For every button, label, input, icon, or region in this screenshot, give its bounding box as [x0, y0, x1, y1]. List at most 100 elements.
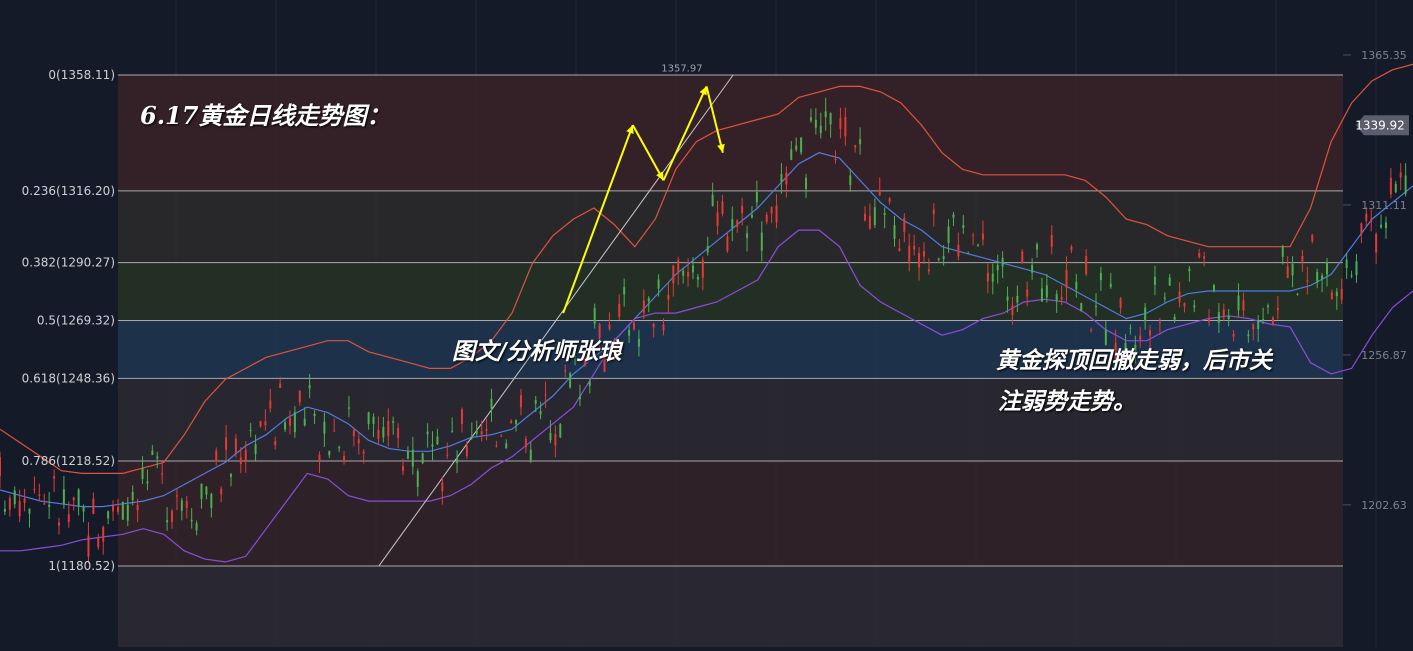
- candle-body: [8, 497, 11, 510]
- candle-body: [608, 324, 611, 330]
- candle-body: [239, 457, 242, 465]
- candle-body: [338, 446, 341, 449]
- candle-body: [1237, 295, 1240, 311]
- candle-body: [102, 527, 105, 542]
- analyst-annotation: 图文/分析师张琅: [452, 338, 622, 365]
- candle-body: [795, 145, 798, 150]
- candle-body: [421, 453, 424, 464]
- candle-body: [510, 420, 513, 424]
- candle-body: [642, 300, 645, 313]
- candle-body: [1153, 276, 1156, 285]
- candle-body: [1055, 293, 1058, 301]
- candle-body: [908, 245, 911, 262]
- candle-body: [775, 205, 778, 223]
- candle-body: [141, 467, 144, 479]
- candle-body: [662, 324, 665, 331]
- candle-body: [367, 412, 370, 425]
- chart-stage: 0(1358.11) 0.236(1316.20) 0.382(1290.27) 0.…: [0, 0, 1413, 647]
- candle-body: [313, 413, 316, 417]
- candle-body: [1350, 275, 1353, 277]
- candle-body: [937, 258, 940, 260]
- candle-body: [854, 145, 857, 148]
- candle-body: [942, 256, 945, 260]
- candle-body: [28, 508, 31, 514]
- fib-level-label: 0.236(1316.20): [22, 184, 115, 198]
- candle-body: [652, 323, 655, 328]
- candle-body: [903, 217, 906, 232]
- candle-body: [805, 177, 808, 189]
- candle-body: [991, 273, 994, 282]
- candle-body: [1168, 277, 1171, 286]
- candle-body: [1257, 320, 1260, 329]
- candle-body: [126, 504, 129, 521]
- candle-body: [785, 172, 788, 185]
- candle-body: [347, 407, 350, 409]
- candle-body: [726, 236, 729, 251]
- candle-body: [1006, 296, 1009, 301]
- candle-body: [844, 117, 847, 137]
- candle-body: [1183, 303, 1186, 307]
- candle-body: [716, 212, 719, 226]
- candle-body: [750, 214, 753, 218]
- candle-body: [952, 214, 955, 218]
- candle-body: [382, 427, 385, 438]
- candle-body: [441, 482, 444, 492]
- candle-body: [677, 260, 680, 273]
- candle-body: [112, 505, 115, 512]
- candle-body: [554, 433, 557, 446]
- candle-body: [82, 506, 85, 512]
- candle-body: [200, 483, 203, 500]
- candle-body: [33, 488, 36, 490]
- candle-body: [318, 454, 321, 461]
- candle-body: [1119, 298, 1122, 308]
- candle-body: [647, 298, 650, 302]
- candle-body: [1296, 293, 1299, 295]
- candle-body: [687, 272, 690, 277]
- candle-body: [1011, 305, 1014, 316]
- candle-body: [500, 435, 503, 437]
- candle-body: [249, 430, 252, 432]
- candle-body: [800, 137, 803, 153]
- candle-body: [932, 209, 935, 215]
- candle-body: [171, 510, 174, 523]
- candle-body: [1045, 285, 1048, 298]
- candle-body: [57, 522, 60, 526]
- candle-body: [136, 504, 139, 511]
- candle-body: [1360, 223, 1363, 234]
- candle-body: [225, 437, 228, 450]
- candle-body: [770, 207, 773, 214]
- candle-body: [1394, 183, 1397, 193]
- candle-body: [849, 175, 852, 185]
- candle-body: [1399, 172, 1402, 178]
- candle-body: [121, 501, 124, 520]
- candle-body: [1321, 275, 1324, 280]
- right-axis-label: 1256.87: [1361, 349, 1407, 362]
- candle-body: [180, 500, 183, 511]
- candle-body: [898, 248, 901, 251]
- candle-body: [288, 418, 291, 426]
- candle-body: [151, 450, 154, 455]
- candle-body: [210, 493, 213, 509]
- candle-body: [1173, 316, 1176, 320]
- candle-body: [765, 214, 768, 222]
- candle-body: [293, 412, 296, 433]
- candle-body: [244, 450, 247, 461]
- candle-body: [269, 400, 272, 409]
- candle-body: [913, 245, 916, 250]
- candle-body: [981, 233, 984, 240]
- candle-body: [957, 245, 960, 257]
- candle-body: [1227, 315, 1230, 320]
- candle-body: [780, 174, 783, 183]
- candle-body: [524, 438, 527, 448]
- candle-body: [357, 439, 360, 444]
- candle-body: [308, 385, 311, 389]
- fib-level-label: 0(1358.11): [48, 68, 115, 82]
- fib-zone: [118, 190, 1343, 263]
- candle-body: [628, 329, 631, 336]
- candle-body: [205, 486, 208, 495]
- candle-body: [1163, 297, 1166, 299]
- candle-body: [893, 225, 896, 239]
- candle-body: [456, 457, 459, 464]
- candle-body: [185, 500, 188, 508]
- candle-body: [1276, 307, 1279, 311]
